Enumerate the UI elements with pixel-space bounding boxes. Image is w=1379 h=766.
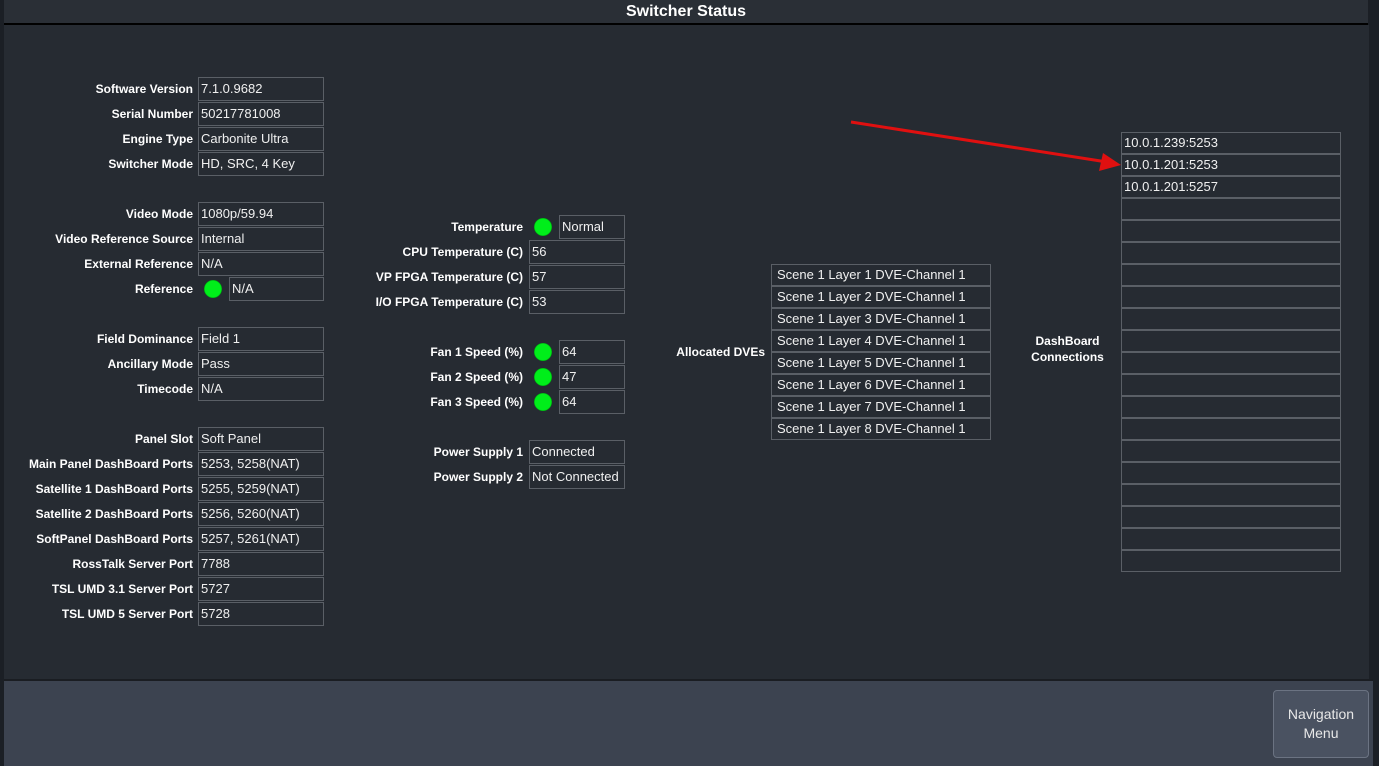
- reference-value: N/A: [229, 277, 324, 301]
- ancillary-mode-label: Ancillary Mode: [107, 357, 193, 371]
- engine-type-value: Carbonite Ultra: [198, 127, 324, 151]
- software-version-label: Software Version: [95, 82, 193, 96]
- video-reference-source-label: Video Reference Source: [55, 232, 193, 246]
- connection-list-item: [1121, 528, 1341, 550]
- engine-type-label: Engine Type: [122, 132, 193, 146]
- bottom-bar: [4, 679, 1373, 766]
- power-supply2-label: Power Supply 2: [433, 470, 523, 484]
- tsl5-port-value: 5728: [198, 602, 324, 626]
- connection-list-item: [1121, 550, 1341, 572]
- dashboard-connections-label-line2: Connections: [1031, 350, 1104, 364]
- video-mode-label: Video Mode: [125, 207, 193, 221]
- panel-slot-label: Panel Slot: [134, 432, 193, 446]
- external-reference-value: N/A: [198, 252, 324, 276]
- satellite2-ports-label: Satellite 2 DashBoard Ports: [35, 507, 193, 521]
- fan3-speed-label: Fan 3 Speed (%): [430, 395, 523, 409]
- switcher-mode-label: Switcher Mode: [108, 157, 193, 171]
- serial-number-label: Serial Number: [111, 107, 193, 121]
- vp-fpga-temperature-value: 57: [529, 265, 625, 289]
- timecode-label: Timecode: [137, 382, 193, 396]
- power-supply2-value: Not Connected: [529, 465, 625, 489]
- connection-list-item: [1121, 242, 1341, 264]
- reference-label: Reference: [134, 282, 193, 296]
- fan3-status-led: [534, 393, 552, 411]
- connection-list-item: 10.0.1.239:5253: [1121, 132, 1341, 154]
- connection-list-item: [1121, 374, 1341, 396]
- navigation-menu-button[interactable]: Navigation Menu: [1273, 690, 1369, 758]
- cpu-temperature-label: CPU Temperature (C): [402, 245, 523, 259]
- video-mode-value: 1080p/59.94: [198, 202, 324, 226]
- connection-list-item: [1121, 308, 1341, 330]
- external-reference-label: External Reference: [84, 257, 193, 271]
- io-fpga-temperature-value: 53: [529, 290, 625, 314]
- connection-list-item: [1121, 396, 1341, 418]
- allocated-dves-label: Allocated DVEs: [676, 345, 765, 359]
- reference-status-led: [204, 280, 222, 298]
- dve-list-item: Scene 1 Layer 5 DVE-Channel 1: [771, 352, 991, 374]
- dve-list-item: Scene 1 Layer 4 DVE-Channel 1: [771, 330, 991, 352]
- fan1-speed-value: 64: [559, 340, 625, 364]
- temperature-label: Temperature: [451, 220, 523, 234]
- softpanel-ports-value: 5257, 5261(NAT): [198, 527, 324, 551]
- timecode-value: N/A: [198, 377, 324, 401]
- field-dominance-label: Field Dominance: [96, 332, 193, 346]
- temperature-value: Normal: [559, 215, 625, 239]
- fan1-speed-label: Fan 1 Speed (%): [430, 345, 523, 359]
- connection-list-item: [1121, 264, 1341, 286]
- annotation-arrow-icon: [850, 120, 1121, 171]
- ancillary-mode-value: Pass: [198, 352, 324, 376]
- temperature-status-led: [534, 218, 552, 236]
- rosstalk-port-value: 7788: [198, 552, 324, 576]
- tsl31-port-label: TSL UMD 3.1 Server Port: [51, 582, 193, 596]
- connection-list-item: [1121, 220, 1341, 242]
- fan2-speed-label: Fan 2 Speed (%): [430, 370, 523, 384]
- dashboard-connections-label-line1: DashBoard: [1035, 334, 1100, 348]
- page-title: Switcher Status: [4, 0, 1368, 25]
- connection-list-item: [1121, 352, 1341, 374]
- satellite1-ports-label: Satellite 1 DashBoard Ports: [35, 482, 193, 496]
- fan3-speed-value: 64: [559, 390, 625, 414]
- fan2-speed-value: 47: [559, 365, 625, 389]
- connection-list-item: [1121, 418, 1341, 440]
- rosstalk-port-label: RossTalk Server Port: [72, 557, 194, 571]
- io-fpga-temperature-label: I/O FPGA Temperature (C): [375, 295, 523, 309]
- navigation-menu-label-line1: Navigation: [1287, 706, 1355, 722]
- tsl5-port-label: TSL UMD 5 Server Port: [61, 607, 193, 621]
- connection-list-item: [1121, 506, 1341, 528]
- satellite1-ports-value: 5255, 5259(NAT): [198, 477, 324, 501]
- software-version-value: 7.1.0.9682: [198, 77, 324, 101]
- satellite2-ports-value: 5256, 5260(NAT): [198, 502, 324, 526]
- dve-list-item: Scene 1 Layer 7 DVE-Channel 1: [771, 396, 991, 418]
- connection-list-item: 10.0.1.201:5257: [1121, 176, 1341, 198]
- main-panel-ports-label: Main Panel DashBoard Ports: [28, 457, 193, 471]
- dve-list-item: Scene 1 Layer 8 DVE-Channel 1: [771, 418, 991, 440]
- dve-list-item: Scene 1 Layer 1 DVE-Channel 1: [771, 264, 991, 286]
- dve-list-item: Scene 1 Layer 2 DVE-Channel 1: [771, 286, 991, 308]
- panel-slot-value: Soft Panel: [198, 427, 324, 451]
- dve-list-item: Scene 1 Layer 6 DVE-Channel 1: [771, 374, 991, 396]
- softpanel-ports-label: SoftPanel DashBoard Ports: [36, 532, 193, 546]
- serial-number-value: 50217781008: [198, 102, 324, 126]
- video-reference-source-value: Internal: [198, 227, 324, 251]
- navigation-menu-label-line2: Menu: [1303, 725, 1339, 741]
- connection-list-item: [1121, 286, 1341, 308]
- connection-list-item: 10.0.1.201:5253: [1121, 154, 1341, 176]
- connection-list-item: [1121, 198, 1341, 220]
- tsl31-port-value: 5727: [198, 577, 324, 601]
- main-panel-ports-value: 5253, 5258(NAT): [198, 452, 324, 476]
- dve-list-item: Scene 1 Layer 3 DVE-Channel 1: [771, 308, 991, 330]
- connection-list-item: [1121, 440, 1341, 462]
- connection-list-item: [1121, 462, 1341, 484]
- field-dominance-value: Field 1: [198, 327, 324, 351]
- power-supply1-value: Connected: [529, 440, 625, 464]
- vp-fpga-temperature-label: VP FPGA Temperature (C): [375, 270, 523, 284]
- connection-list-item: [1121, 330, 1341, 352]
- power-supply1-label: Power Supply 1: [433, 445, 523, 459]
- cpu-temperature-value: 56: [529, 240, 625, 264]
- connection-list-item: [1121, 484, 1341, 506]
- fan2-status-led: [534, 368, 552, 386]
- fan1-status-led: [534, 343, 552, 361]
- switcher-mode-value: HD, SRC, 4 Key: [198, 152, 324, 176]
